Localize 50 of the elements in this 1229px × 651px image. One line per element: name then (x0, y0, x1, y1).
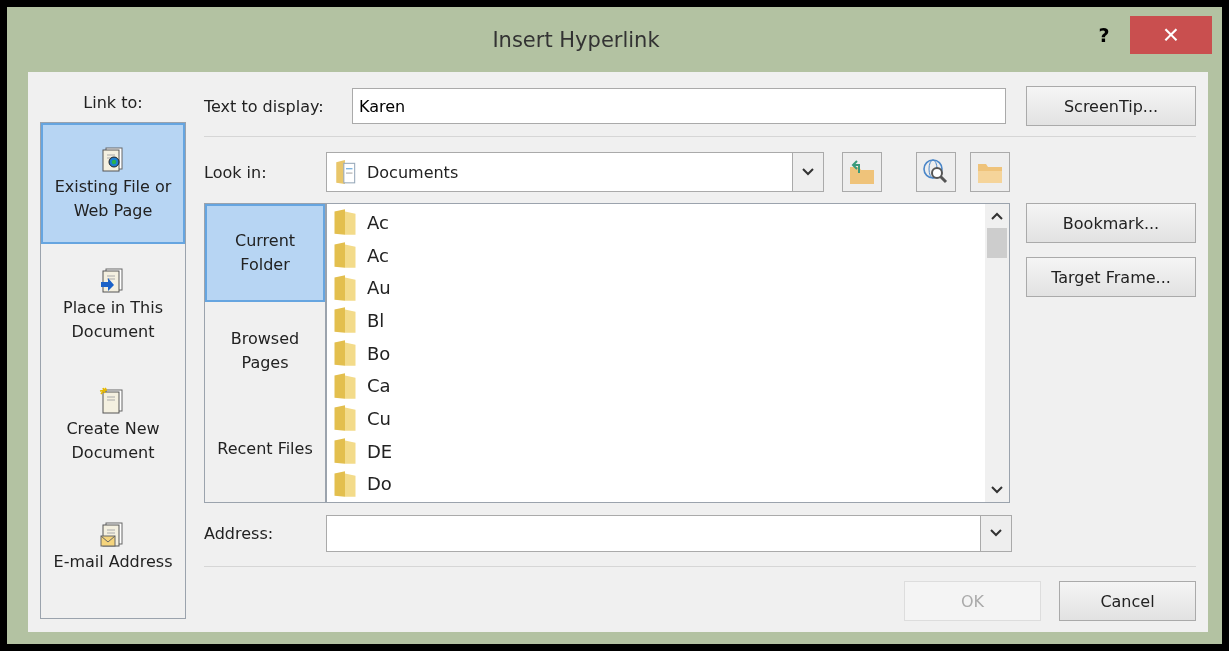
chevron-up-icon (991, 212, 1003, 220)
close-button[interactable]: × (1130, 16, 1212, 54)
folder-item[interactable]: Ac (333, 206, 389, 239)
folder-item[interactable]: DE (333, 434, 393, 468)
folder-arrow-icon (847, 157, 877, 187)
text-to-display-label: Text to display: (204, 96, 325, 116)
link-type-item[interactable]: E-mail Address (41, 486, 185, 607)
screentip-button[interactable]: ScreenTip... (1026, 86, 1196, 126)
browse-tab[interactable]: Recent Files (205, 400, 325, 498)
folder-icon (333, 208, 357, 237)
side-button[interactable]: Target Frame... (1026, 257, 1196, 297)
scrollbar[interactable] (985, 204, 1009, 502)
window-title: Insert Hyperlink (491, 27, 661, 52)
folder-icon (333, 306, 357, 335)
chevron-down-icon (990, 529, 1002, 537)
folder-item[interactable]: Bl (333, 304, 385, 337)
up-folder-button[interactable] (842, 152, 882, 192)
folder-icon (333, 273, 357, 302)
folder-item[interactable]: Au (333, 271, 391, 304)
chevron-down-icon (991, 486, 1003, 494)
link-type-item[interactable]: Place in This Document (41, 244, 185, 365)
folder-icon (333, 469, 357, 498)
browse-file-button[interactable] (970, 152, 1010, 192)
folder-icon (333, 371, 357, 400)
address-label: Address: (204, 523, 275, 543)
address-field[interactable] (326, 514, 1012, 552)
folder-item[interactable]: Ac (333, 238, 389, 272)
look-in-dropdown[interactable]: Documents (326, 152, 824, 192)
documents-folder-icon (335, 159, 357, 185)
folder-icon (333, 437, 357, 466)
side-button[interactable]: Bookmark... (1026, 203, 1196, 243)
folder-item[interactable]: Do (333, 467, 392, 501)
help-button[interactable]: ? (1084, 15, 1124, 55)
link-to-label: Link to: (83, 92, 143, 114)
text-to-display-field[interactable]: Karen (352, 88, 1006, 124)
folder-item[interactable]: Ca (333, 369, 391, 403)
browse-web-button[interactable] (916, 152, 956, 192)
folder-icon (333, 339, 357, 367)
folder-icon (333, 404, 357, 433)
scroll-thumb[interactable] (987, 228, 1007, 258)
browse-tab[interactable]: Current Folder (205, 204, 325, 302)
chevron-down-icon (802, 168, 814, 176)
dialog-button[interactable]: Cancel (1059, 581, 1196, 621)
folder-item[interactable]: Bo (333, 336, 391, 370)
browse-tab[interactable]: Browsed Pages (205, 302, 325, 400)
link-type-item[interactable]: Existing File or Web Page (41, 123, 185, 244)
folder-item[interactable]: Cu (333, 402, 391, 435)
look-in-label: Look in: (204, 162, 268, 182)
link-type-item[interactable]: Create New Document (41, 365, 185, 486)
folder-icon (333, 241, 357, 269)
